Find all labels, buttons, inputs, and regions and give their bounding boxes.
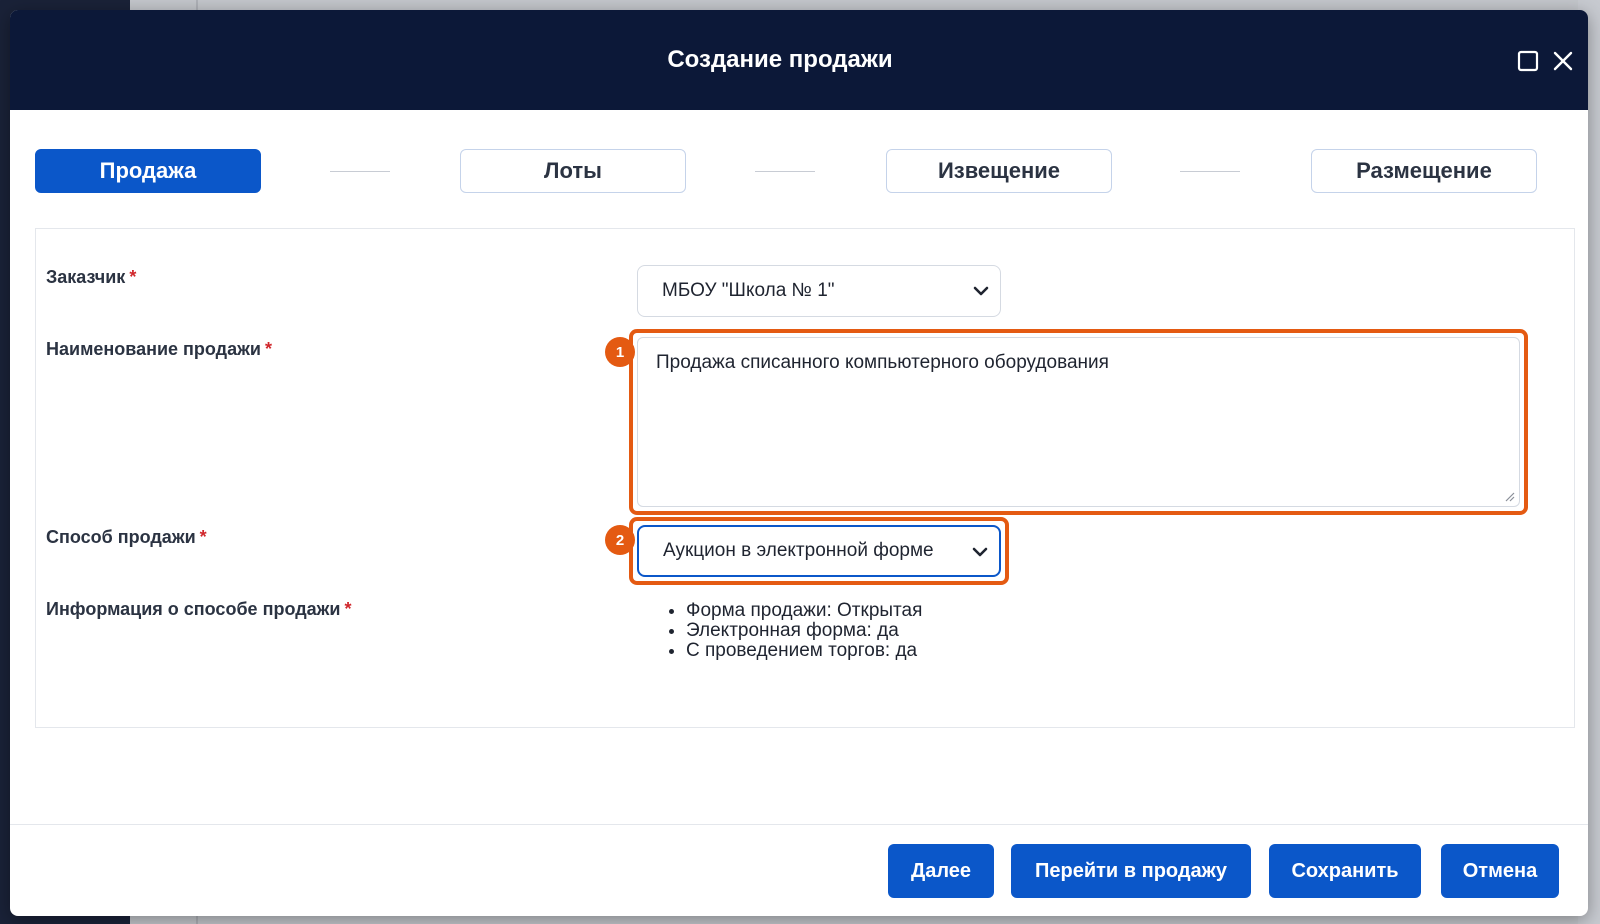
method-info-label-text: Информация о способе продажи <box>46 599 341 619</box>
modal-title: Создание продажи <box>667 46 893 73</box>
sale-method-label: Способ продажи * <box>46 527 207 548</box>
method-info-label: Информация о способе продажи * <box>46 599 351 620</box>
sale-method-label-text: Способ продажи <box>46 527 196 547</box>
sale-method-select[interactable]: Аукцион в электронной форме <box>637 525 1001 577</box>
save-button[interactable]: Сохранить <box>1269 844 1421 898</box>
step-notice[interactable]: Извещение <box>886 149 1112 193</box>
step-connector <box>1180 171 1240 172</box>
cancel-button[interactable]: Отмена <box>1441 844 1559 898</box>
wizard-stepper: Продажа Лоты Извещение Размещение <box>35 149 1575 199</box>
next-button[interactable]: Далее <box>888 844 994 898</box>
step-connector <box>755 171 815 172</box>
modal-header: Создание продажи <box>10 10 1588 110</box>
step-placement[interactable]: Размещение <box>1311 149 1537 193</box>
sale-name-value: Продажа списанного компьютерного оборудо… <box>656 352 1109 373</box>
close-x-icon <box>1553 51 1573 71</box>
create-sale-modal: Создание продажи Продажа Лоты Извещение … <box>10 10 1588 916</box>
sale-name-label: Наименование продажи * <box>46 339 272 360</box>
required-mark: * <box>129 267 137 287</box>
annotation-marker-1: 1 <box>605 337 635 367</box>
step-sale[interactable]: Продажа <box>35 149 261 193</box>
required-mark: * <box>264 339 272 359</box>
sale-name-textarea[interactable]: Продажа списанного компьютерного оборудо… <box>637 337 1520 507</box>
step-connector <box>330 171 390 172</box>
customer-label-text: Заказчик <box>46 267 126 287</box>
required-mark: * <box>344 599 352 619</box>
step-lots[interactable]: Лоты <box>460 149 686 193</box>
required-mark: * <box>199 527 207 547</box>
customer-select-value: МБОУ "Школа № 1" <box>662 280 835 301</box>
list-item: Форма продажи: Открытая <box>686 601 922 621</box>
sale-form-panel: Заказчик * МБОУ "Школа № 1" Наименование … <box>35 228 1575 728</box>
annotation-marker-2: 2 <box>605 525 635 555</box>
square-maximize-icon <box>1517 50 1539 72</box>
go-to-sale-button[interactable]: Перейти в продажу <box>1011 844 1251 898</box>
method-info-list: Форма продажи: Открытая Электронная форм… <box>664 601 922 661</box>
chevron-down-icon <box>973 286 989 296</box>
footer-divider <box>10 824 1588 825</box>
sale-name-label-text: Наименование продажи <box>46 339 261 359</box>
sale-method-select-value: Аукцион в электронной форме <box>663 540 934 561</box>
customer-label: Заказчик * <box>46 267 136 288</box>
customer-select[interactable]: МБОУ "Школа № 1" <box>637 265 1001 317</box>
list-item: Электронная форма: да <box>686 621 922 641</box>
maximize-button[interactable] <box>1515 48 1541 74</box>
chevron-down-icon <box>972 547 988 557</box>
list-item: С проведением торгов: да <box>686 641 922 661</box>
close-button[interactable] <box>1550 48 1576 74</box>
resize-grip-icon[interactable] <box>1503 490 1515 502</box>
